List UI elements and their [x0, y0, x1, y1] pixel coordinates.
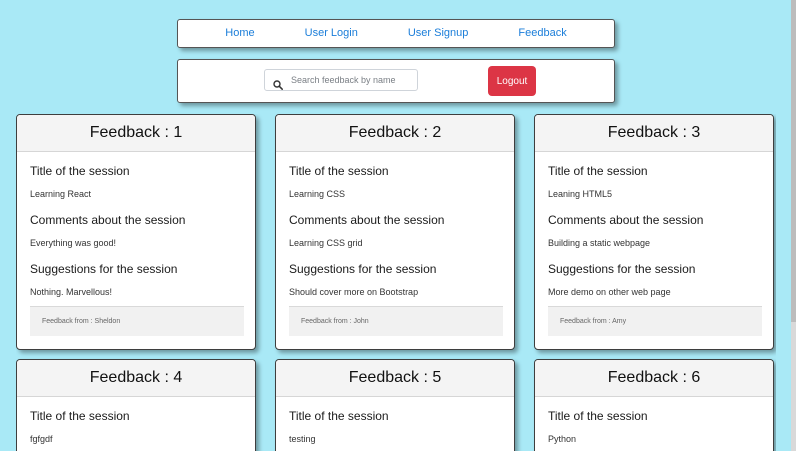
session-title-label: Title of the session — [30, 164, 130, 178]
feedback-card-title: Feedback : 6 — [535, 360, 773, 397]
session-title-label: Title of the session — [289, 164, 389, 178]
session-title-label: Title of the session — [548, 409, 648, 423]
feedback-card-body: Title of the session fgfgdf — [17, 397, 255, 445]
feedback-card-title: Feedback : 1 — [17, 115, 255, 152]
suggestions-label: Suggestions for the session — [30, 262, 178, 276]
feedback-card-body: Title of the session Learning CSS Commen… — [276, 152, 514, 298]
session-title-value: fgfgdf — [30, 434, 53, 444]
feedback-author: Feedback from : Amy — [548, 306, 762, 336]
feedback-card-body: Title of the session Leaning HTML5 Comme… — [535, 152, 773, 298]
feedback-card-title: Feedback : 2 — [276, 115, 514, 152]
session-title-value: testing — [289, 434, 316, 444]
session-title-value: Leaning HTML5 — [548, 189, 613, 199]
session-title-label: Title of the session — [548, 164, 648, 178]
feedback-card-4: Feedback : 4 Title of the session fgfgdf — [16, 359, 256, 451]
session-title-value: Python — [548, 434, 577, 444]
session-title-label: Title of the session — [30, 409, 130, 423]
search-input[interactable] — [291, 75, 409, 85]
page-scrollbar[interactable] — [791, 0, 796, 451]
feedback-card-6: Feedback : 6 Title of the session Python — [534, 359, 774, 451]
feedback-card-5: Feedback : 5 Title of the session testin… — [275, 359, 515, 451]
comments-value: Everything was good! — [30, 238, 117, 248]
feedback-card-1: Feedback : 1 Title of the session Learni… — [16, 114, 256, 350]
session-title-value: Learning CSS — [289, 189, 346, 199]
feedback-card-title: Feedback : 5 — [276, 360, 514, 397]
suggestions-value: Should cover more on Bootstrap — [289, 287, 419, 297]
feedback-card-title: Feedback : 4 — [17, 360, 255, 397]
feedback-card-body: Title of the session testing — [276, 397, 514, 445]
feedback-author: Feedback from : John — [289, 306, 503, 336]
feedback-card-body: Title of the session Python — [535, 397, 773, 445]
suggestions-label: Suggestions for the session — [548, 262, 696, 276]
nav-link-user-login[interactable]: User Login — [280, 20, 383, 47]
feedback-page: Home User Login User Signup Feedback Log… — [0, 0, 796, 451]
top-navigation: Home User Login User Signup Feedback — [177, 19, 615, 48]
search-box — [264, 69, 418, 91]
feedback-card-body: Title of the session Learning React Comm… — [17, 152, 255, 298]
logout-button[interactable]: Logout — [488, 66, 536, 96]
session-title-value: Learning React — [30, 189, 92, 199]
search-and-logout-bar: Logout — [177, 59, 615, 103]
comments-label: Comments about the session — [548, 213, 704, 227]
suggestions-value: More demo on other web page — [548, 287, 671, 297]
feedback-cards-grid: Feedback : 1 Title of the session Learni… — [16, 114, 776, 451]
nav-link-home[interactable]: Home — [200, 20, 279, 47]
feedback-card-2: Feedback : 2 Title of the session Learni… — [275, 114, 515, 350]
nav-link-feedback[interactable]: Feedback — [493, 20, 591, 47]
feedback-card-title: Feedback : 3 — [535, 115, 773, 152]
feedback-card-3: Feedback : 3 Title of the session Leanin… — [534, 114, 774, 350]
comments-label: Comments about the session — [30, 213, 186, 227]
comments-label: Comments about the session — [289, 213, 445, 227]
scrollbar-thumb[interactable] — [791, 0, 796, 322]
session-title-label: Title of the session — [289, 409, 389, 423]
suggestions-value: Nothing. Marvellous! — [30, 287, 113, 297]
suggestions-label: Suggestions for the session — [289, 262, 437, 276]
feedback-author: Feedback from : Sheldon — [30, 306, 244, 336]
comments-value: Building a static webpage — [548, 238, 651, 248]
nav-link-user-signup[interactable]: User Signup — [383, 20, 494, 47]
search-icon — [273, 75, 283, 90]
comments-value: Learning CSS grid — [289, 238, 363, 248]
